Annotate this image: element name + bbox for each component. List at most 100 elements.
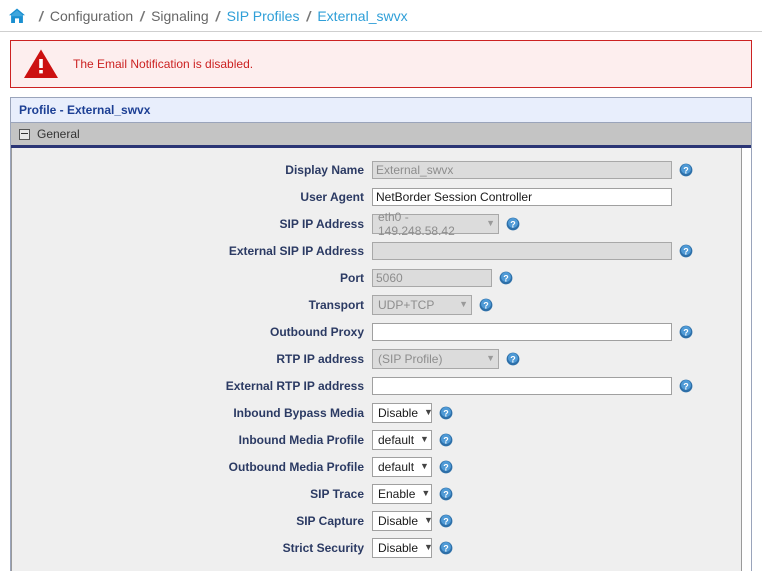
label-outbound-proxy: Outbound Proxy — [270, 324, 364, 339]
svg-text:?: ? — [683, 327, 689, 337]
select-value-inbound-media-profile: default — [378, 432, 415, 447]
breadcrumb: / Configuration / Signaling / SIP Profiles / Ex… — [0, 0, 762, 32]
input-external-rtp-ip-address[interactable] — [372, 376, 672, 395]
select-inbound-media-profile[interactable]: default ▼ — [372, 429, 432, 450]
label-outbound-media-profile: Outbound Media Profile — [228, 459, 364, 474]
help-question-icon[interactable]: ? — [439, 541, 453, 555]
alert-region: The Email Notification is disabled. — [0, 32, 762, 88]
profile-panel: Profile - External_swvx General Display … — [10, 97, 752, 571]
home-icon[interactable] — [8, 7, 26, 25]
select-sip-trace[interactable]: Enable ▼ — [372, 483, 432, 504]
label-inbound-media-profile: Inbound Media Profile — [238, 432, 364, 447]
input-display-name — [372, 160, 672, 179]
svg-text:?: ? — [683, 381, 689, 391]
breadcrumb-separator: / — [39, 7, 43, 24]
chevron-down-icon: ▼ — [420, 434, 429, 444]
select-value-rtp-ip-address: (SIP Profile) — [378, 351, 443, 366]
field-area-display-name: ? — [372, 160, 741, 179]
chevron-down-icon: ▼ — [424, 542, 433, 552]
chevron-down-icon: ▼ — [459, 299, 468, 309]
input-user-agent[interactable] — [372, 187, 672, 206]
field-area-outbound-media-profile: default ▼? — [372, 456, 741, 477]
breadcrumb-separator: / — [215, 7, 220, 24]
section-header-general[interactable]: General — [11, 123, 751, 148]
breadcrumb-item-configuration: Configuration — [49, 7, 134, 24]
select-inbound-bypass-media[interactable]: Disable ▼ — [372, 402, 433, 423]
help-question-icon[interactable]: ? — [479, 298, 493, 312]
select-value-outbound-media-profile: default — [378, 459, 415, 474]
select-sip-capture[interactable]: Disable ▼ — [372, 510, 433, 531]
select-transport: UDP+TCP ▼ — [372, 294, 472, 315]
svg-text:?: ? — [443, 543, 449, 553]
field-area-transport: UDP+TCP ▼? — [372, 294, 741, 315]
form-row-display-name: Display Name? — [12, 156, 741, 183]
field-area-sip-ip-address: eth0 - 149.248.58.42 ▼? — [372, 210, 741, 238]
field-area-port: ? — [372, 268, 741, 287]
panel-title: Profile - External_swvx — [11, 98, 751, 123]
select-value-sip-capture: Disable — [378, 513, 419, 528]
general-form: Display Name? User Agent SIP IP Address eth… — [11, 148, 742, 571]
label-rtp-ip-address: RTP IP address — [276, 351, 364, 366]
label-sip-trace: SIP Trace — [310, 486, 364, 501]
select-outbound-media-profile[interactable]: default ▼ — [372, 456, 432, 477]
form-row-outbound-proxy: Outbound Proxy? — [12, 318, 741, 345]
label-sip-capture: SIP Capture — [296, 513, 364, 528]
form-row-inbound-media-profile: Inbound Media Profile default ▼? — [12, 426, 741, 453]
label-sip-ip-address: SIP IP Address — [279, 216, 365, 231]
form-row-transport: Transport UDP+TCP ▼? — [12, 291, 741, 318]
svg-text:?: ? — [443, 408, 449, 418]
help-question-icon[interactable]: ? — [439, 406, 453, 420]
chevron-down-icon: ▼ — [486, 353, 495, 363]
field-area-inbound-media-profile: default ▼? — [372, 429, 741, 450]
help-question-icon[interactable]: ? — [439, 460, 453, 474]
form-row-rtp-ip-address: RTP IP address (SIP Profile) ▼? — [12, 345, 741, 372]
breadcrumb-item-sip-profiles[interactable]: SIP Profiles — [227, 8, 300, 24]
label-port: Port — [340, 270, 364, 285]
svg-text:?: ? — [443, 435, 449, 445]
svg-text:?: ? — [510, 354, 516, 364]
help-question-icon[interactable]: ? — [439, 487, 453, 501]
breadcrumb-item-signaling: Signaling — [151, 7, 209, 24]
help-question-icon[interactable]: ? — [506, 352, 520, 366]
form-row-sip-trace: SIP Trace Enable ▼? — [12, 480, 741, 507]
help-question-icon[interactable]: ? — [679, 163, 693, 177]
field-area-sip-trace: Enable ▼? — [372, 483, 741, 504]
help-question-icon[interactable]: ? — [679, 244, 693, 258]
svg-text:?: ? — [443, 516, 449, 526]
help-question-icon[interactable]: ? — [499, 271, 513, 285]
form-row-strict-security: Strict Security Disable ▼? — [12, 534, 741, 561]
svg-text:?: ? — [683, 246, 689, 256]
select-strict-security[interactable]: Disable ▼ — [372, 537, 433, 558]
chevron-down-icon: ▼ — [421, 488, 431, 498]
help-question-icon[interactable]: ? — [439, 514, 453, 528]
help-question-icon[interactable]: ? — [439, 433, 453, 447]
svg-text:?: ? — [683, 165, 689, 175]
select-value-transport: UDP+TCP — [378, 297, 435, 312]
section-label: General — [37, 127, 80, 141]
field-area-user-agent — [372, 187, 741, 206]
help-question-icon[interactable]: ? — [506, 217, 520, 231]
label-transport: Transport — [308, 297, 364, 312]
form-row-user-agent: User Agent — [12, 183, 741, 210]
select-value-sip-trace: Enable — [378, 486, 416, 501]
email-notification-alert: The Email Notification is disabled. — [10, 40, 752, 88]
form-row-external-rtp-ip-address: External RTP IP address? — [12, 372, 741, 399]
input-outbound-proxy[interactable] — [372, 322, 672, 341]
breadcrumb-item-external-swvx[interactable]: External_swvx — [317, 8, 407, 24]
help-question-icon[interactable]: ? — [679, 325, 693, 339]
collapse-minus-icon[interactable] — [19, 128, 30, 140]
help-question-icon[interactable]: ? — [679, 379, 693, 393]
alert-message: The Email Notification is disabled. — [73, 57, 254, 71]
breadcrumb-separator: / — [306, 7, 311, 24]
label-strict-security: Strict Security — [282, 540, 364, 555]
form-row-outbound-media-profile: Outbound Media Profile default ▼? — [12, 453, 741, 480]
svg-text:?: ? — [443, 489, 449, 499]
svg-text:?: ? — [510, 219, 516, 229]
select-sip-ip-address: eth0 - 149.248.58.42 ▼ — [372, 210, 499, 238]
select-value-sip-ip-address: eth0 - 149.248.58.42 — [378, 209, 455, 238]
select-value-strict-security: Disable — [378, 540, 419, 555]
field-area-outbound-proxy: ? — [372, 322, 741, 341]
label-external-rtp-ip-address: External RTP IP address — [225, 378, 364, 393]
field-area-external-rtp-ip-address: ? — [372, 376, 741, 395]
form-row-port: Port? — [12, 264, 741, 291]
